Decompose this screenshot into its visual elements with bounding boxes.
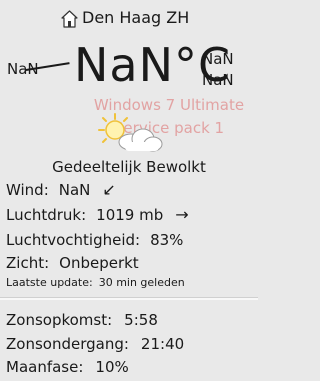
sunrise-label: Zonsopkomst:: [6, 311, 113, 329]
sunset-row: Zonsondergang: 21:40: [6, 334, 184, 354]
partly-cloudy-icon: [98, 113, 163, 152]
humidity-row: Luchtvochtigheid: 83%: [6, 230, 183, 250]
humidity-value: 83%: [150, 231, 184, 249]
weather-condition: Gedeeltelijk Bewolkt: [52, 158, 206, 176]
visibility-label: Zicht:: [6, 254, 50, 272]
location-header[interactable]: Den Haag ZH: [0, 8, 258, 30]
visibility-row: Zicht: Onbeperkt: [6, 253, 139, 273]
sunrise-value: 5:58: [124, 311, 158, 329]
section-divider: [0, 297, 258, 300]
home-icon[interactable]: [61, 10, 78, 28]
last-update-row: Laatste update: 30 min geleden: [6, 275, 185, 291]
wind-row: Wind: NaN ↙: [6, 180, 116, 200]
pressure-label: Luchtdruk:: [6, 206, 87, 224]
pressure-value: 1019 mb: [96, 206, 164, 224]
visibility-value: Onbeperkt: [59, 254, 139, 272]
humidity-label: Luchtvochtigheid:: [6, 231, 141, 249]
moon-phase-row: Maanfase: 10%: [6, 357, 129, 377]
sunrise-row: Zonsopkomst: 5:58: [6, 310, 158, 330]
sunset-value: 21:40: [140, 335, 185, 353]
wind-direction-icon: ↙: [102, 180, 116, 199]
temp-high-right-1: NaN: [202, 50, 234, 68]
wind-value: NaN: [58, 181, 91, 199]
sunset-label: Zonsondergang:: [6, 335, 129, 353]
pressure-trend-icon: →: [175, 205, 189, 224]
location-name[interactable]: Den Haag ZH: [82, 8, 189, 28]
moon-phase-label: Maanfase:: [6, 358, 84, 376]
temp-high-right-2: NaN: [202, 71, 234, 89]
update-value: 30 min geleden: [98, 276, 185, 289]
pressure-row: Luchtdruk: 1019 mb →: [6, 205, 189, 225]
moon-phase-value: 10%: [95, 358, 129, 376]
weather-widget: Den Haag ZH NaN NaN°C NaN NaN Windows 7 …: [0, 0, 258, 381]
update-label: Laatste update:: [6, 276, 93, 289]
wind-label: Wind:: [6, 181, 49, 199]
